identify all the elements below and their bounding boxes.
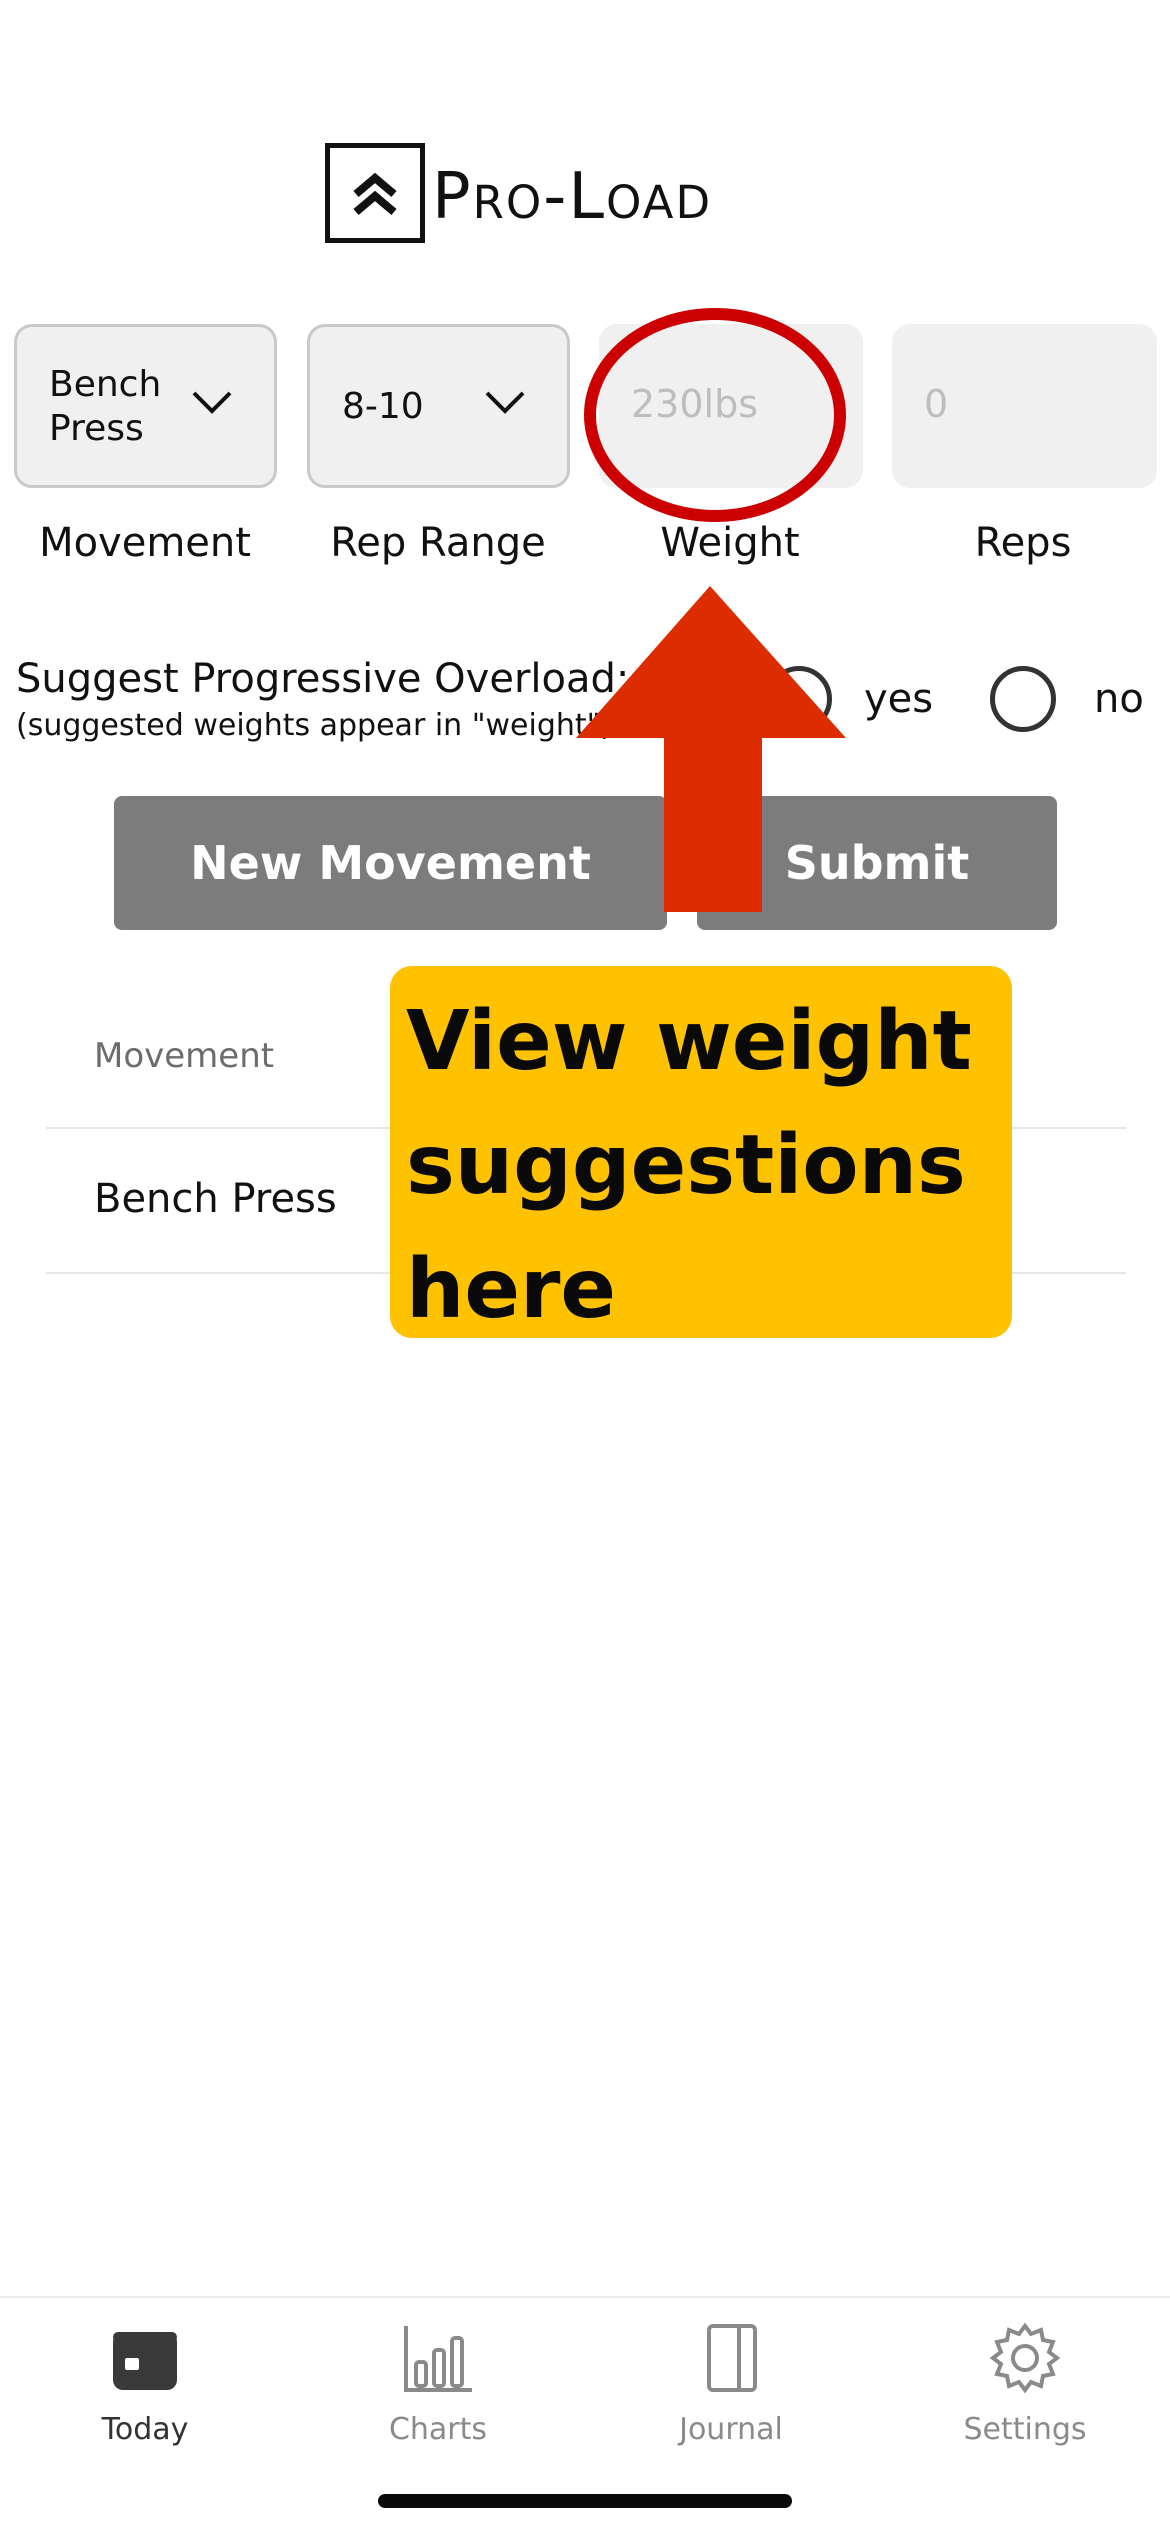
tab-settings[interactable]: Settings	[925, 2322, 1125, 2447]
arrow-up-icon	[576, 586, 846, 912]
book-icon	[707, 2324, 757, 2392]
gear-icon	[989, 2322, 1061, 2394]
reps-placeholder: 0	[924, 382, 949, 426]
callout-line: here	[406, 1242, 617, 1337]
rep-range-value: 8-10	[342, 386, 424, 427]
app-logo-text: Pro-Load	[432, 160, 713, 234]
tab-settings-label: Settings	[963, 2412, 1087, 2447]
overload-no-radio[interactable]	[990, 666, 1056, 732]
highlight-ellipse	[584, 308, 846, 522]
tab-charts[interactable]: Charts	[338, 2322, 538, 2447]
table-header-movement: Movement	[94, 1036, 275, 1076]
callout-line: suggestions	[406, 1118, 966, 1213]
calendar-icon	[113, 2332, 177, 2390]
movement-select[interactable]: Bench Press	[14, 324, 277, 488]
movement-select-value-line1: Bench	[49, 364, 162, 405]
overload-title: Suggest Progressive Overload:	[16, 656, 630, 702]
overload-yes-label: yes	[864, 676, 934, 722]
overload-subtitle: (suggested weights appear in "weight")	[16, 708, 613, 743]
double-chevron-up-icon	[353, 172, 397, 216]
logo-mark	[325, 143, 425, 243]
reps-label: Reps	[974, 520, 1072, 566]
annotation-callout: View weight suggestions here	[390, 966, 1012, 1338]
tab-today[interactable]: Today	[45, 2322, 245, 2447]
tab-charts-label: Charts	[388, 2412, 488, 2447]
home-indicator	[378, 2494, 792, 2508]
movement-label: Movement	[39, 520, 251, 566]
rep-range-select[interactable]: 8-10	[307, 324, 570, 488]
table-row[interactable]: Bench Press	[94, 1176, 337, 1222]
tab-journal[interactable]: Journal	[631, 2322, 831, 2447]
rep-range-label: Rep Range	[330, 520, 546, 566]
reps-input[interactable]: 0	[892, 324, 1157, 488]
chevron-down-icon	[192, 391, 232, 414]
movement-select-value-line2: Press	[49, 408, 144, 449]
tab-today-label: Today	[101, 2412, 189, 2447]
tab-journal-label: Journal	[679, 2412, 783, 2447]
chevron-down-icon	[485, 391, 525, 414]
weight-label: Weight	[660, 520, 800, 566]
callout-line: View weight	[406, 994, 972, 1089]
bar-chart-icon	[404, 2326, 472, 2392]
overload-no-label: no	[1094, 676, 1144, 722]
